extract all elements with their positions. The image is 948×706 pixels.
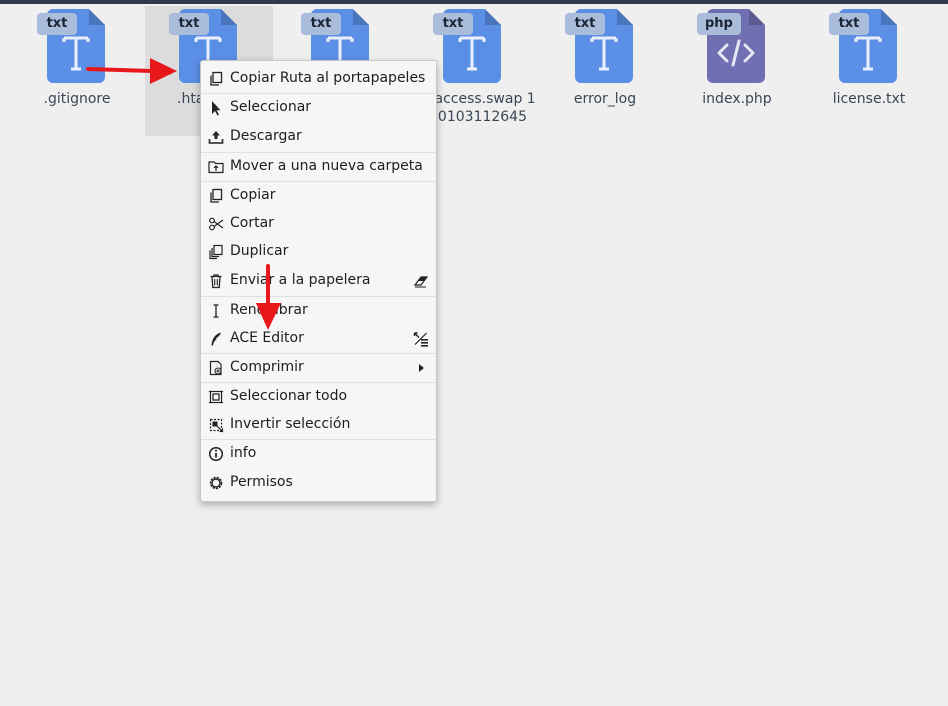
menu-item-select-all[interactable]: Seleccionar todo xyxy=(201,383,436,411)
menu-item-copy[interactable]: Copiar xyxy=(201,182,436,210)
copy-icon xyxy=(210,188,223,203)
copy-icon xyxy=(210,71,223,86)
file-name: taccess.swap 180103112645 xyxy=(429,91,536,125)
file-name: error_log xyxy=(573,91,637,107)
menu-item-copy-path[interactable]: Copiar Ruta al portapapeles xyxy=(201,65,436,93)
menu-item-invert-selection[interactable]: Invertir selección xyxy=(201,411,436,439)
cursor-icon xyxy=(212,101,221,116)
file-type-badge: txt xyxy=(565,13,605,35)
eraser-icon xyxy=(413,276,429,288)
select-all-icon xyxy=(209,390,223,404)
context-menu: Copiar Ruta al portapapeles Seleccionar … xyxy=(200,60,437,502)
file-type-badge: txt xyxy=(169,13,209,35)
info-icon xyxy=(208,446,224,462)
file-type-badge: txt xyxy=(37,13,77,35)
gear-icon xyxy=(209,476,223,490)
menu-item-download[interactable]: Descargar xyxy=(201,123,436,151)
file-type-badge: txt xyxy=(433,13,473,35)
file-type-badge: php xyxy=(697,13,741,35)
menu-item-rename[interactable]: Renombrar xyxy=(201,297,436,325)
upload-tray-icon xyxy=(208,131,224,144)
archive-icon xyxy=(209,360,222,376)
menu-item-move-new-folder[interactable]: Mover a una nueva carpeta xyxy=(201,153,436,181)
file-item-index-php[interactable]: php index.php xyxy=(673,6,801,136)
file-name: index.php xyxy=(702,91,772,107)
edit-list-icon xyxy=(413,332,428,347)
menu-item-select[interactable]: Seleccionar xyxy=(201,94,436,122)
menu-item-trash[interactable]: Enviar a la papelera xyxy=(201,267,436,295)
file-name: .gitignore xyxy=(43,91,111,107)
file-type-badge: txt xyxy=(301,13,341,35)
file-item-license[interactable]: txt license.txt xyxy=(805,6,933,136)
submenu-arrow-icon xyxy=(419,364,424,372)
file-name: license.txt xyxy=(832,91,906,107)
file-item-error-log[interactable]: txt error_log xyxy=(541,6,669,136)
invert-selection-icon xyxy=(209,418,224,433)
text-cursor-icon xyxy=(213,304,219,318)
trash-icon xyxy=(210,274,222,289)
feather-pen-icon xyxy=(211,332,221,346)
menu-item-duplicate[interactable]: Duplicar xyxy=(201,238,436,266)
duplicate-icon xyxy=(209,244,223,260)
menu-item-ace-editor[interactable]: ACE Editor xyxy=(201,325,436,353)
menu-item-permissions[interactable]: Permisos xyxy=(201,469,436,497)
menu-item-cut[interactable]: Cortar xyxy=(201,210,436,238)
file-item-gitignore[interactable]: txt .gitignore xyxy=(13,6,141,136)
file-type-badge: txt xyxy=(829,13,869,35)
menu-item-compress[interactable]: Comprimir xyxy=(201,354,436,382)
file-grid: txt .gitignore txt .hta txt txt taccess.… xyxy=(0,0,948,706)
scissors-icon xyxy=(209,217,224,231)
folder-move-icon xyxy=(208,161,224,174)
menu-item-info[interactable]: info xyxy=(201,440,436,468)
